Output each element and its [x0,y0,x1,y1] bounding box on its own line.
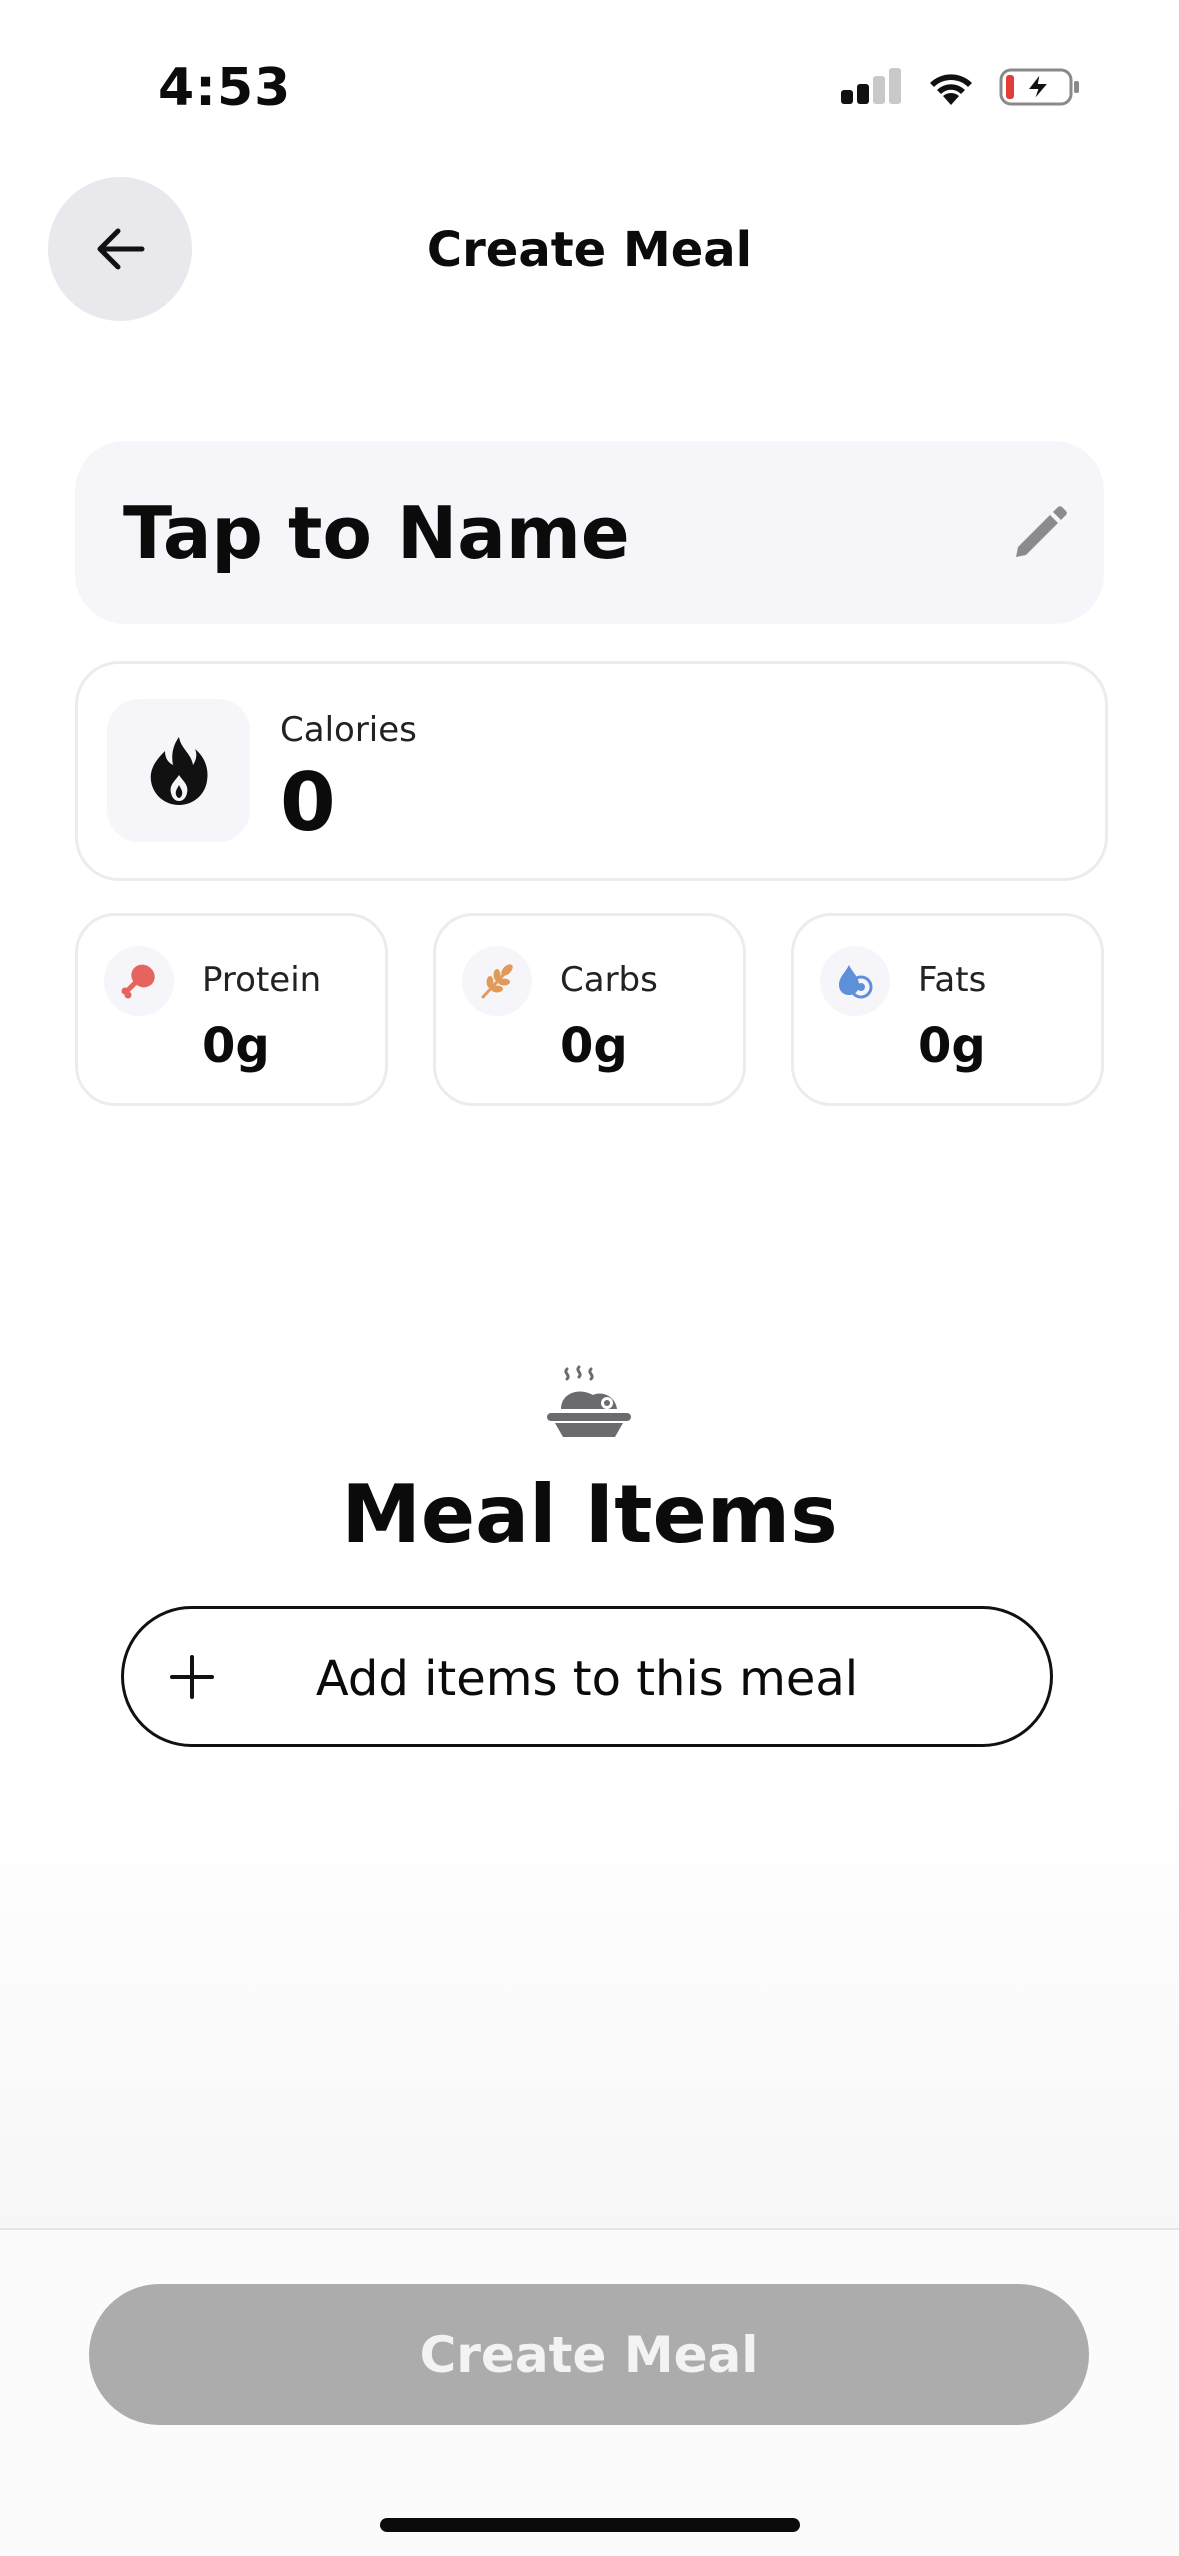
add-items-button[interactable]: Add items to this meal [121,1606,1053,1747]
protein-value: 0g [202,1018,270,1074]
page-title: Create Meal [426,222,753,278]
carbs-value: 0g [560,1018,628,1074]
carbs-label: Carbs [560,960,658,1000]
calories-icon-box [107,699,250,842]
home-indicator [380,2518,800,2532]
cellular-signal-icon [841,68,901,104]
meal-name-placeholder: Tap to Name [123,491,630,575]
fats-icon-box [820,946,890,1016]
water-drop-icon [839,965,873,999]
status-icons [841,62,1081,112]
create-meal-button[interactable]: Create Meal [89,2284,1089,2425]
protein-label: Protein [202,960,322,1000]
add-items-label: Add items to this meal [315,1651,859,1707]
drumstick-icon [121,964,155,999]
fats-card[interactable]: Fats 0g [791,913,1104,1106]
flame-icon [150,736,207,805]
calories-value: 0 [280,756,336,849]
status-time: 4:53 [158,58,292,118]
pencil-icon [1016,506,1067,557]
carbs-icon-box [462,946,532,1016]
fats-value: 0g [918,1018,986,1074]
calories-label: Calories [280,710,417,750]
battery-charging-icon [999,68,1079,106]
wifi-icon [930,74,972,105]
meal-name-card[interactable]: Tap to Name [75,441,1104,624]
wheat-icon [481,964,513,999]
calories-card[interactable]: Calories 0 [75,661,1108,881]
protein-card[interactable]: Protein 0g [75,913,388,1106]
meal-items-title: Meal Items [341,1468,838,1561]
food-bowl-icon [547,1365,631,1437]
carbs-card[interactable]: Carbs 0g [433,913,746,1106]
bottom-fade [0,1780,1179,2228]
protein-icon-box [104,946,174,1016]
fats-label: Fats [918,960,987,1000]
